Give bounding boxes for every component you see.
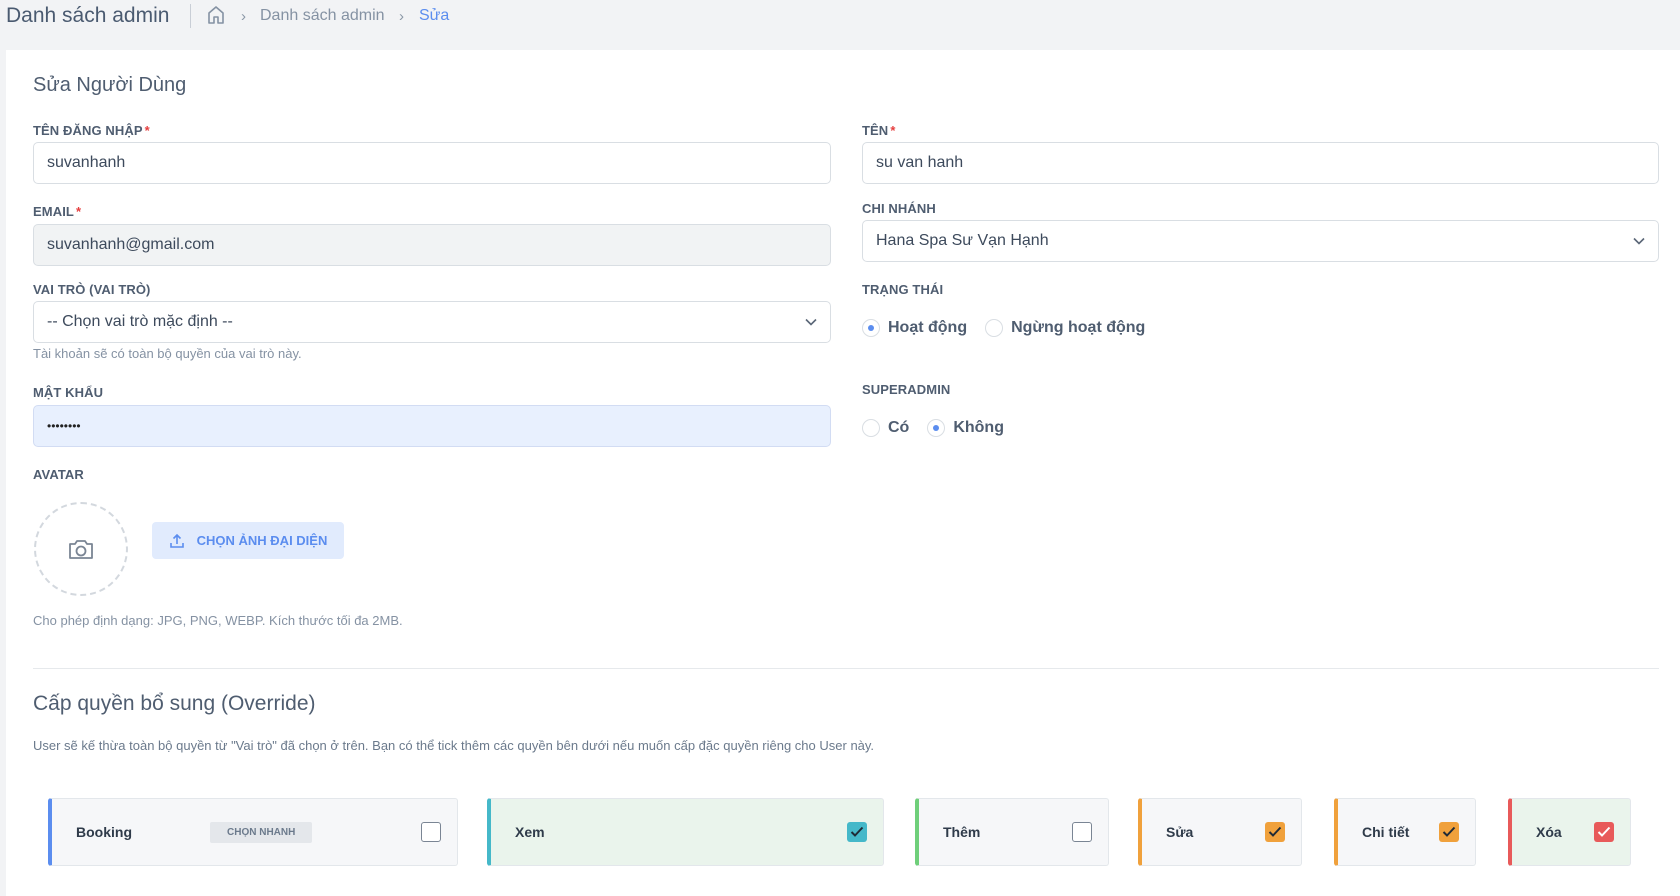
branch-select[interactable]: Hana Spa Sư Vạn Hạnh — [862, 220, 1659, 262]
choose-avatar-button[interactable]: CHỌN ẢNH ĐẠI DIỆN — [152, 522, 344, 559]
superadmin-radio-yes[interactable] — [862, 419, 880, 437]
permission-view: Xem — [487, 798, 884, 866]
email-label: EMAIL * — [33, 204, 82, 219]
breadcrumb-current: Sửa — [419, 7, 450, 24]
role-select[interactable]: -- Chọn vai trò mặc định -- — [33, 301, 831, 343]
permission-group-booking: Booking CHỌN NHANH — [48, 798, 458, 866]
chevron-down-icon — [1633, 237, 1645, 245]
upload-icon — [169, 533, 184, 548]
superadmin-option-yes[interactable]: Có — [888, 419, 909, 437]
checkmark-icon — [850, 826, 864, 837]
superadmin-option-no[interactable]: Không — [953, 419, 1004, 437]
add-checkbox[interactable] — [1072, 822, 1092, 842]
permission-edit: Sửa — [1138, 798, 1302, 866]
form-title: Sửa Người Dùng — [33, 74, 187, 96]
chevron-right-icon: › — [399, 8, 404, 25]
booking-checkbox[interactable] — [421, 822, 441, 842]
breadcrumb-list-link[interactable]: Danh sách admin — [260, 7, 385, 25]
name-label: TÊN * — [862, 123, 896, 138]
checkmark-icon — [1597, 826, 1611, 837]
status-radio-active[interactable] — [862, 319, 880, 337]
top-bar: Danh sách admin › Danh sách admin › Sửa — [0, 0, 1680, 50]
password-label: MẬT KHẨU — [33, 385, 104, 400]
role-label: VAI TRÒ (VAI TRÒ) — [33, 282, 151, 297]
name-input[interactable]: su van hanh — [862, 142, 1659, 184]
email-input[interactable]: suvanhanh@gmail.com — [33, 224, 831, 266]
permission-detail: Chi tiết — [1334, 798, 1476, 866]
status-option-inactive[interactable]: Ngừng hoạt động — [1011, 319, 1145, 337]
permission-label: Chi tiết — [1362, 824, 1410, 840]
delete-checkbox[interactable] — [1594, 822, 1614, 842]
required-mark: * — [890, 123, 896, 138]
avatar-hint: Cho phép định dạng: JPG, PNG, WEBP. Kích… — [33, 613, 403, 628]
section-divider — [33, 668, 1659, 669]
title-divider — [190, 4, 191, 28]
chevron-down-icon — [805, 318, 817, 326]
quick-select-button[interactable]: CHỌN NHANH — [210, 821, 313, 843]
view-checkbox[interactable] — [847, 822, 867, 842]
permissions-title: Cấp quyền bổ sung (Override) — [33, 692, 316, 715]
superadmin-radio-no[interactable] — [927, 419, 946, 437]
username-label: TÊN ĐĂNG NHẬP * — [33, 123, 150, 138]
username-input[interactable]: suvanhanh — [33, 142, 831, 184]
superadmin-label: SUPERADMIN — [862, 382, 951, 397]
superadmin-radio-group: Có Không — [862, 419, 1022, 437]
permission-group-name: Booking — [76, 824, 132, 840]
page-title: Danh sách admin — [6, 4, 170, 27]
password-input[interactable]: •••••••• — [33, 405, 831, 447]
home-icon[interactable] — [207, 5, 225, 25]
permission-delete: Xóa — [1508, 798, 1631, 866]
status-radio-group: Hoạt động Ngừng hoạt động — [862, 319, 1163, 337]
avatar-label: AVATAR — [33, 467, 84, 482]
permission-label: Thêm — [943, 824, 981, 840]
status-radio-inactive[interactable] — [985, 319, 1004, 337]
camera-icon — [69, 540, 93, 559]
avatar-preview[interactable] — [34, 502, 128, 596]
branch-label: CHI NHÁNH — [862, 201, 936, 216]
checkmark-icon — [1442, 826, 1456, 837]
status-option-active[interactable]: Hoạt động — [888, 319, 967, 337]
chevron-right-icon: › — [241, 8, 246, 25]
permissions-description: User sẽ kế thừa toàn bộ quyền từ "Vai tr… — [33, 738, 875, 753]
permission-label: Xem — [515, 824, 545, 840]
required-mark: * — [144, 123, 150, 138]
role-hint: Tài khoản sẽ có toàn bộ quyền của vai tr… — [33, 346, 302, 361]
status-label: TRẠNG THÁI — [862, 282, 944, 297]
required-mark: * — [75, 204, 82, 219]
edit-checkbox[interactable] — [1265, 822, 1285, 842]
permission-label: Sửa — [1166, 824, 1194, 840]
detail-checkbox[interactable] — [1439, 822, 1459, 842]
checkmark-icon — [1268, 826, 1282, 837]
permission-add: Thêm — [915, 798, 1109, 866]
permission-label: Xóa — [1536, 824, 1562, 840]
